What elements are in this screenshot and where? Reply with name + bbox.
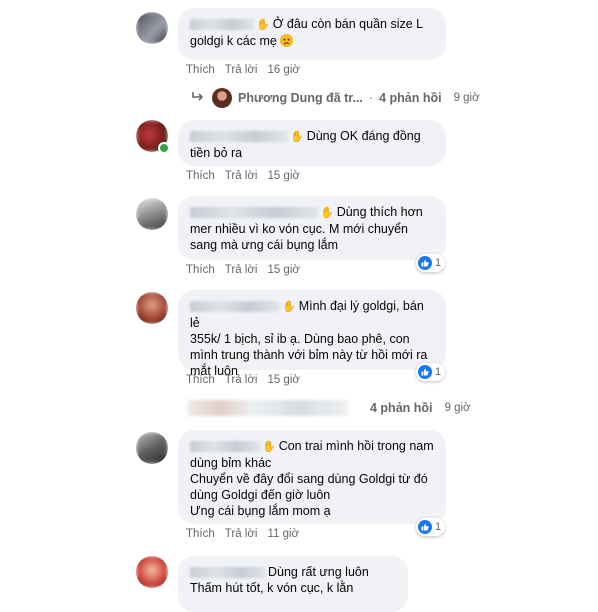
comment-actions: Thích Trả lời 15 giờ — [186, 170, 300, 182]
comment-bubble: ✋ Dùng OK đáng đồng tiền bỏ ra — [178, 120, 446, 166]
comment-text-line: ✋ Ở đâu còn bán quần size L — [190, 16, 434, 33]
replier-avatar — [212, 88, 232, 108]
like-reaction-icon — [418, 365, 432, 379]
commenter-avatar[interactable] — [136, 198, 168, 230]
blurred-author-name[interactable] — [190, 567, 266, 579]
like-reaction-icon — [418, 520, 432, 534]
reaction-summary[interactable]: 1 — [416, 254, 446, 272]
comment-time[interactable]: 11 giờ — [267, 528, 299, 540]
like-reaction-icon — [418, 256, 432, 270]
comment-time[interactable]: 15 giờ — [267, 264, 299, 276]
wave-icon: ✋ — [290, 131, 304, 143]
comment-text-line: dùng Goldgi đến giờ luôn — [190, 488, 331, 502]
view-replies-link[interactable]: 4 phản hồi 9 giờ — [188, 400, 588, 416]
commenter-avatar[interactable] — [136, 12, 168, 44]
comment-text-line: ✋ Dùng OK đáng đồng — [190, 128, 434, 145]
comment-time[interactable]: 16 giờ — [267, 64, 299, 76]
wave-icon: ✋ — [320, 207, 334, 219]
commenter-avatar[interactable] — [136, 432, 168, 464]
separator-dot: · — [368, 91, 374, 105]
comment-text-line: 355k/ 1 bịch, sỉ ib ạ. Dùng bao phê, con — [190, 332, 410, 346]
replies-name[interactable]: Phương Dung đã tr... — [238, 91, 363, 105]
blurred-replier-names — [188, 400, 348, 416]
reply-link[interactable]: Trả lời — [225, 528, 258, 540]
reaction-summary[interactable]: 1 — [416, 363, 446, 381]
reply-link[interactable]: Trả lời — [225, 264, 258, 276]
comment-bubble: ✋ Dùng thích hơn mer nhiều vì ko vón cục.… — [178, 196, 446, 260]
comment-text-line: Dùng rất ưng luôn — [190, 564, 396, 580]
wave-icon: ✋ — [262, 441, 276, 453]
reply-arrow-icon — [192, 91, 204, 105]
blurred-author-name[interactable] — [190, 131, 288, 143]
comment-bubble: ✋ Ở đâu còn bán quần size L goldgi k các … — [178, 8, 446, 60]
like-link[interactable]: Thích — [186, 264, 215, 276]
comment-text-line: mình trung thành với bỉm này từ hồi mới … — [190, 348, 428, 362]
reply-link[interactable]: Trả lời — [225, 64, 258, 76]
comment-actions: Thích Trả lời 15 giờ — [186, 374, 300, 386]
replies-count[interactable]: 4 phản hồi — [379, 91, 442, 105]
online-status-dot — [158, 142, 170, 154]
blurred-author-name[interactable] — [190, 301, 280, 313]
like-link[interactable]: Thích — [186, 528, 215, 540]
angry-face-icon — [280, 34, 294, 47]
comment-text-line: Chuyển về đây đổi sang dùng Goldgi từ đó — [190, 472, 428, 486]
comment-text-line: dùng bỉm khác — [190, 456, 272, 470]
comment-actions: Thích Trả lời 11 giờ — [186, 528, 299, 540]
commenter-avatar[interactable] — [136, 556, 168, 588]
comment-text-line: Thấm hút tốt, k vón cục, k lằn — [190, 581, 354, 595]
comment-text-line: ✋ Dùng thích hơn — [190, 204, 434, 221]
comment-actions: Thích Trả lời 16 giờ — [186, 64, 300, 76]
reaction-summary[interactable]: 1 — [416, 518, 446, 536]
view-replies-link[interactable]: Phương Dung đã tr... · 4 phản hồi 9 giờ — [192, 88, 587, 108]
comment-text-line: sang mà ưng cái bụng lắm — [190, 238, 339, 252]
reply-link[interactable]: Trả lời — [225, 374, 258, 386]
replies-count[interactable]: 4 phản hồi — [370, 401, 433, 415]
like-link[interactable]: Thích — [186, 374, 215, 386]
wave-icon: ✋ — [282, 301, 296, 313]
comment-text-line: ✋ Con trai mình hồi trong nam — [190, 438, 434, 455]
like-link[interactable]: Thích — [186, 64, 215, 76]
comment-time[interactable]: 15 giờ — [267, 170, 299, 182]
wave-icon: ✋ — [256, 19, 270, 31]
comment-text-line: mer nhiều vì ko vón cục. M mới chuyển — [190, 222, 409, 236]
comment-text-line: Ưng cái bụng lắm mom ạ — [190, 504, 331, 518]
replies-time: 9 giờ — [453, 92, 480, 104]
reply-link[interactable]: Trả lời — [225, 170, 258, 182]
comment-bubble: Dùng rất ưng luôn Thấm hút tốt, k vón cụ… — [178, 556, 408, 612]
blurred-author-name[interactable] — [190, 207, 318, 219]
blurred-author-name[interactable] — [190, 441, 260, 453]
comment-actions: Thích Trả lời 15 giờ — [186, 264, 300, 276]
comment-text-line: goldgi k các mẹ — [190, 33, 434, 49]
like-link[interactable]: Thích — [186, 170, 215, 182]
replies-time: 9 giờ — [444, 402, 471, 414]
comment-time[interactable]: 15 giờ — [267, 374, 299, 386]
comment-bubble: ✋ Con trai mình hồi trong nam dùng bỉm kh… — [178, 430, 446, 524]
comment-text-line: ✋ Mình đại lý goldgi, bán lẻ — [190, 299, 424, 330]
blurred-author-name[interactable] — [190, 19, 254, 31]
comment-text-line: tiền bỏ ra — [190, 146, 243, 160]
commenter-avatar[interactable] — [136, 292, 168, 324]
comment-bubble: ✋ Mình đại lý goldgi, bán lẻ 355k/ 1 bịch… — [178, 290, 446, 378]
